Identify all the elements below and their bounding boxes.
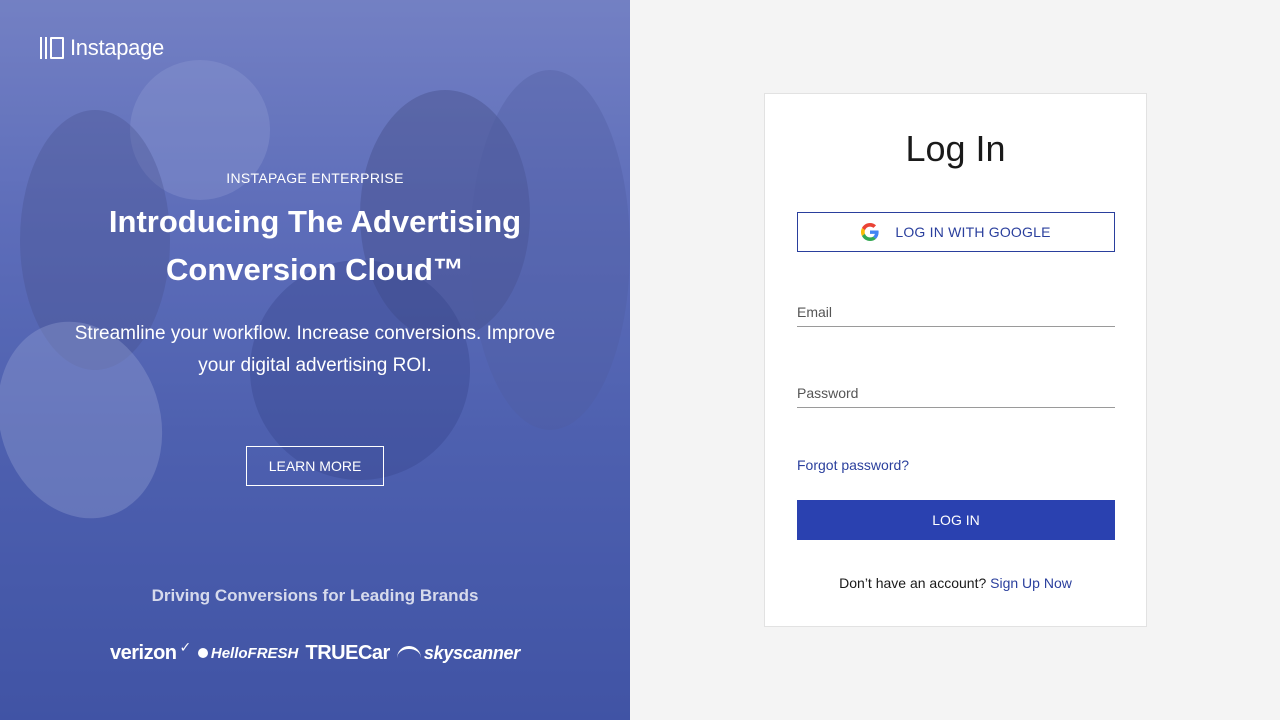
hero-subhead: Streamline your workflow. Increase conve…	[74, 323, 556, 376]
google-login-button[interactable]: LOG IN WITH GOOGLE	[797, 212, 1115, 252]
login-card: Log In LOG IN WITH GOOGLE Forgot passwor…	[764, 93, 1147, 627]
logo-text: Instapage	[70, 35, 164, 60]
forgot-password-link[interactable]: Forgot password?	[797, 457, 909, 473]
brand-name: HelloFRESH	[210, 644, 299, 662]
no-account-text: Don’t have an account?	[839, 575, 987, 591]
skyscanner-sunrise-icon	[396, 646, 421, 660]
brand-name: TRUECar	[305, 641, 391, 664]
hellofresh-dot-icon	[197, 648, 208, 658]
instapage-logo-icon	[40, 35, 66, 61]
login-button[interactable]: LOG IN	[797, 500, 1115, 540]
learn-more-button[interactable]: LEARN MORE	[246, 446, 384, 486]
brand-name: skyscanner	[423, 642, 520, 663]
page-title: Log In	[905, 128, 1006, 169]
sign-up-link[interactable]: Sign Up Now	[990, 575, 1072, 591]
email-field[interactable]	[797, 304, 1115, 326]
hero-eyebrow: INSTAPAGE ENTERPRISE	[226, 170, 404, 186]
brand-logo-truecar: TRUECar	[305, 641, 391, 665]
signup-row: Don’t have an account? Sign Up Now	[765, 575, 1146, 591]
brand-logo-verizon: verizon ✓	[110, 638, 192, 665]
instapage-logo[interactable]: Instapage	[40, 35, 164, 61]
email-field-wrapper	[797, 304, 1115, 327]
brand-logo-skyscanner: skyscanner	[396, 642, 520, 664]
hero-panel: Instapage INSTAPAGE ENTERPRISE Introduci…	[0, 0, 630, 720]
brand-name: verizon	[110, 641, 177, 664]
google-login-label: LOG IN WITH GOOGLE	[895, 224, 1051, 240]
checkmark-icon: ✓	[179, 638, 192, 655]
hero-headline: Introducing The Advertising Conversion C…	[108, 204, 522, 287]
brand-logos: verizon ✓ HelloFRESH TRUECar skyscanner	[110, 638, 520, 666]
google-icon	[861, 223, 879, 241]
password-field[interactable]	[797, 385, 1115, 407]
brands-title: Driving Conversions for Leading Brands	[151, 586, 479, 605]
brand-logo-hellofresh: HelloFRESH	[197, 644, 299, 662]
password-field-wrapper	[797, 385, 1115, 408]
